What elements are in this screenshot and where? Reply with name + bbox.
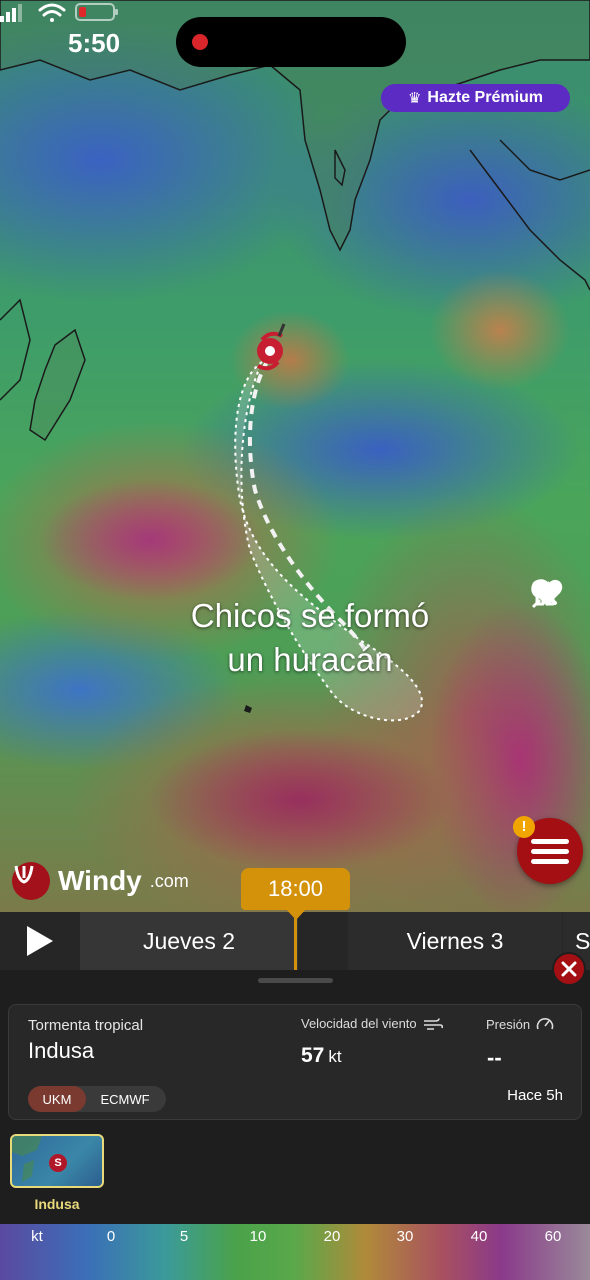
wind-color-scale: kt 0 5 10 20 30 40 60 — [0, 1224, 590, 1280]
wind-speed-label-text: Velocidad del viento — [301, 1016, 417, 1031]
gauge-icon — [536, 1018, 554, 1030]
battery-icon — [75, 3, 118, 21]
time-marker-pointer — [285, 908, 307, 920]
status-icons — [0, 3, 118, 22]
storm-name: Indusa — [28, 1038, 95, 1063]
favorites-button[interactable] — [530, 579, 570, 789]
wind-speed-value: 57 kt — [301, 1044, 342, 1068]
timeline-day-friday[interactable]: Viernes 3 — [348, 912, 562, 970]
caption-line-1: Chicos se formó — [190, 597, 430, 634]
wind-map[interactable]: 5:50 ♛ Hazte Prémium Chicos se formó un … — [0, 0, 590, 912]
scale-tick: 60 — [544, 1228, 562, 1245]
close-panel-button[interactable] — [552, 952, 586, 986]
wind-speed-label: Velocidad del viento — [301, 1016, 443, 1031]
dynamic-island — [176, 17, 406, 67]
scale-tick: 40 — [470, 1228, 488, 1245]
timeline-day-thursday[interactable]: Jueves 2 — [80, 912, 298, 970]
status-time: 5:50 — [68, 28, 121, 58]
wind-speed-number: 57 — [301, 1044, 325, 1067]
wifi-icon — [38, 3, 66, 22]
windy-logo-icon — [12, 862, 50, 900]
scale-tick: 5 — [179, 1228, 189, 1245]
pressure-label-text: Presión — [486, 1016, 531, 1032]
drag-handle[interactable] — [258, 978, 333, 983]
wind-icon — [423, 1017, 443, 1030]
heart-icon — [531, 579, 563, 606]
video-caption: Chicos se formó un huracán — [120, 594, 500, 682]
cellular-signal-icon — [0, 4, 22, 22]
pressure-label: Presión — [486, 1016, 554, 1032]
scale-tick: 20 — [323, 1228, 341, 1245]
current-time: 18:00 — [267, 876, 324, 901]
model-option-ecmwf[interactable]: ECMWF — [86, 1086, 164, 1112]
map-tool-column — [530, 578, 570, 806]
windy-logo: Windy .com — [12, 862, 189, 900]
time-marker[interactable]: 18:00 — [241, 868, 350, 910]
search-button[interactable] — [530, 579, 570, 675]
pressure-value: -- — [487, 1045, 502, 1070]
scale-tick: 30 — [396, 1228, 414, 1245]
storm-type: Tormenta tropical — [28, 1017, 144, 1034]
caption-line-2: un huracán — [227, 641, 393, 678]
play-icon — [27, 926, 53, 956]
scale-tick: 10 — [249, 1228, 267, 1245]
updated-time: Hace 5h — [507, 1087, 563, 1104]
model-option-ukm[interactable]: UKM — [28, 1086, 86, 1112]
map-overlay-graphics — [0, 0, 590, 722]
premium-label: Hazte Prémium — [427, 89, 544, 106]
play-button[interactable] — [0, 912, 80, 970]
wind-speed-unit: kt — [328, 1047, 342, 1066]
warning-badge-icon: ! — [513, 816, 535, 838]
premium-button[interactable]: ♛ Hazte Prémium — [381, 84, 570, 112]
close-icon — [561, 961, 577, 977]
recording-indicator-icon — [192, 34, 208, 50]
scale-tick: 0 — [106, 1228, 116, 1245]
storm-category-badge: S — [49, 1154, 67, 1172]
timeline-cursor[interactable] — [294, 912, 297, 970]
storm-info-card: Tormenta tropical Indusa Velocidad del v… — [8, 1004, 582, 1120]
storm-thumbnail[interactable]: S — [10, 1134, 104, 1188]
windy-wordmark: Windy — [58, 865, 142, 896]
hamburger-icon — [531, 834, 569, 869]
windy-domain: .com — [149, 870, 189, 891]
scale-unit: kt — [31, 1228, 43, 1245]
storm-thumbnail-label: Indusa — [34, 1196, 80, 1212]
model-toggle[interactable]: UKM ECMWF — [28, 1086, 166, 1112]
crown-icon: ♛ — [407, 90, 422, 107]
pin-button[interactable] — [530, 581, 570, 732]
